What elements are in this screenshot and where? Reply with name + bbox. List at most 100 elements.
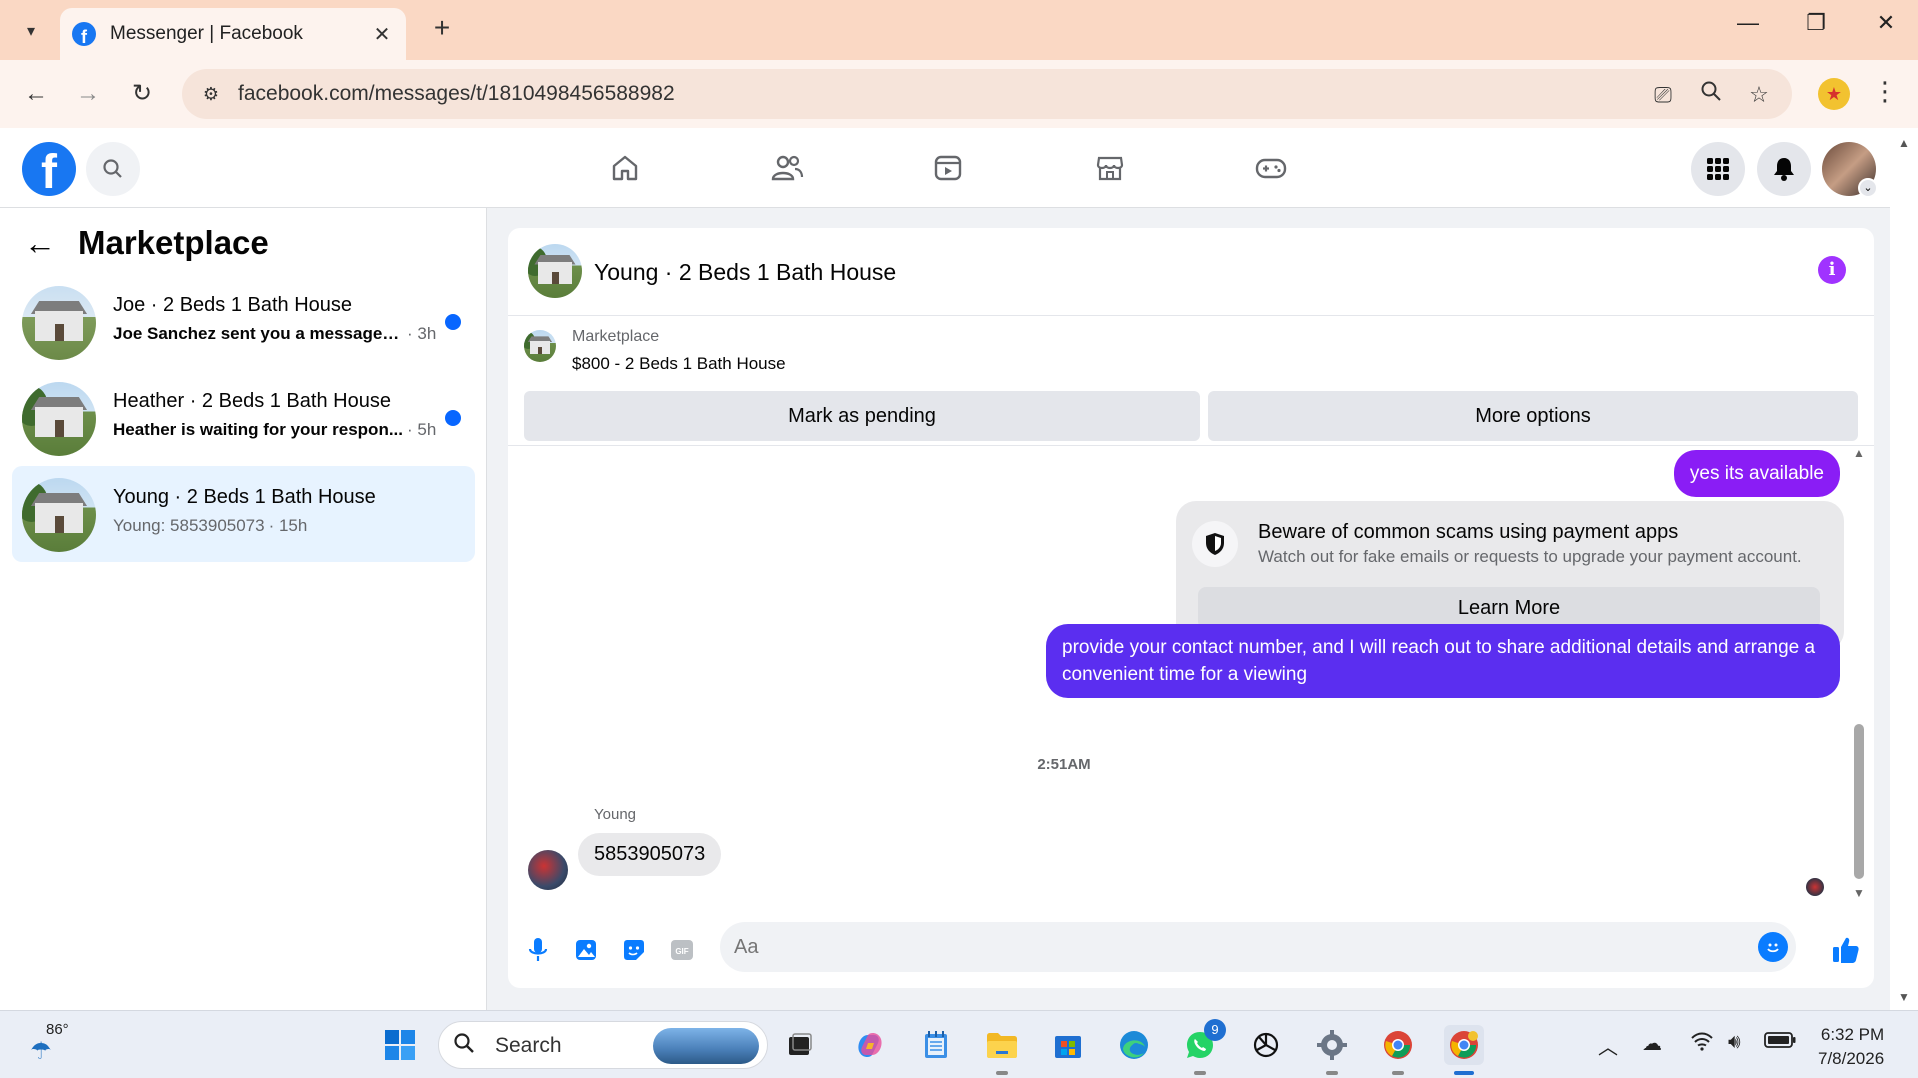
chrome-profile-1-icon[interactable] [1378, 1025, 1418, 1075]
sender-avatar[interactable] [528, 850, 568, 890]
open-app-indicator [1194, 1071, 1206, 1075]
listing-source: Marketplace [572, 328, 660, 345]
weather-temperature: 86° [46, 1021, 69, 1038]
conversation-name: Heather · 2 Beds 1 Bath House [113, 390, 391, 412]
file-explorer-icon[interactable] [982, 1025, 1022, 1075]
chat-avatar[interactable] [528, 244, 582, 298]
account-chevron-icon[interactable]: ⌄ [1858, 178, 1878, 198]
conversation-item-young[interactable]: Young · 2 Beds 1 Bath House Young: 58539… [12, 466, 475, 562]
task-view-icon[interactable] [780, 1025, 820, 1065]
minimize-icon[interactable]: — [1728, 10, 1768, 36]
browser-menu-icon[interactable]: ⋮ [1870, 76, 1900, 107]
apps-menu-icon[interactable] [1691, 142, 1745, 196]
scroll-up-arrow-icon[interactable]: ▲ [1853, 446, 1865, 460]
video-reels-icon[interactable] [926, 146, 970, 190]
message-thread: yes its available Beware of common scams… [508, 446, 1874, 906]
battery-icon[interactable] [1764, 1031, 1796, 1055]
conversation-preview: Heather is waiting for your respon... · … [113, 420, 436, 440]
gaming-icon[interactable] [1249, 146, 1293, 190]
forward-arrow-icon[interactable]: → [70, 76, 106, 112]
friends-icon[interactable] [765, 146, 809, 190]
preview-time: · 5h [407, 420, 437, 439]
message-input[interactable] [734, 922, 1714, 972]
copilot-icon[interactable] [850, 1025, 890, 1065]
tab-search-chevron-icon[interactable]: ▾ [14, 14, 48, 48]
learn-more-button[interactable]: Learn More [1198, 587, 1820, 629]
listing-banner: Marketplace $800 - 2 Beds 1 Bath House M… [508, 316, 1874, 446]
incoming-message: 5853905073 [578, 833, 722, 876]
search-highlight-image [653, 1028, 759, 1064]
url-text[interactable]: facebook.com/messages/t/1810498456588982 [238, 82, 675, 106]
zoom-icon[interactable] [1696, 80, 1726, 110]
microsoft-store-icon[interactable] [1048, 1025, 1088, 1065]
profile-avatar[interactable]: ⌄ [1822, 142, 1878, 198]
photo-icon[interactable] [570, 934, 602, 966]
whatsapp-icon[interactable]: 9 [1180, 1019, 1226, 1075]
notifications-bell-icon[interactable] [1757, 142, 1811, 196]
facebook-logo-icon[interactable]: f [22, 142, 76, 196]
scroll-down-arrow-icon[interactable]: ▼ [1853, 886, 1865, 900]
scroll-up-arrow-icon[interactable]: ▲ [1898, 136, 1910, 150]
scroll-thumb[interactable] [1854, 724, 1864, 879]
conversation-preview: Young: 5853905073 · 15h [113, 516, 307, 536]
panel-title: Marketplace [78, 224, 269, 261]
settings-gear-icon[interactable] [1312, 1025, 1352, 1075]
close-tab-icon[interactable]: ✕ [370, 22, 394, 47]
thread-scrollbar[interactable]: ▲ ▼ [1853, 446, 1866, 906]
scroll-down-arrow-icon[interactable]: ▼ [1898, 990, 1910, 1004]
shield-icon [1192, 521, 1238, 567]
close-window-icon[interactable]: ✕ [1866, 10, 1906, 36]
mark-as-pending-button[interactable]: Mark as pending [524, 391, 1200, 441]
scam-warning-title: Beware of common scams using payment app… [1258, 521, 1679, 543]
listing-price-title[interactable]: $800 - 2 Beds 1 Bath House [572, 354, 786, 374]
sticker-icon[interactable] [618, 934, 650, 966]
chatgpt-icon[interactable] [1246, 1025, 1286, 1065]
open-app-indicator [1392, 1071, 1404, 1075]
browser-tab-strip: ▾ f Messenger | Facebook ✕ + — ❐ ✕ [0, 0, 1918, 60]
extension-icon[interactable]: ★ [1818, 78, 1850, 110]
message-composer: GIF [508, 908, 1874, 988]
open-app-indicator [1326, 1071, 1338, 1075]
more-options-button[interactable]: More options [1208, 391, 1858, 441]
wifi-icon[interactable] [1690, 1031, 1714, 1057]
windows-start-icon[interactable] [380, 1025, 420, 1065]
bookmark-star-icon[interactable]: ☆ [1744, 80, 1774, 110]
reload-icon[interactable]: ↻ [124, 76, 160, 112]
back-arrow-icon[interactable]: ← [24, 225, 56, 262]
preview-time: · 3h [407, 324, 437, 343]
facebook-search-icon[interactable] [86, 142, 140, 196]
emoji-icon[interactable] [1758, 932, 1788, 962]
home-icon[interactable] [603, 146, 647, 190]
page-scrollbar[interactable]: ▲ ▼ [1890, 128, 1918, 1010]
show-hidden-icons-chevron-icon[interactable]: ︿ [1598, 1031, 1618, 1060]
chrome-profile-2-icon[interactable] [1444, 1025, 1484, 1075]
restore-window-icon[interactable]: ❐ [1796, 10, 1836, 36]
info-icon[interactable]: i [1818, 256, 1846, 284]
search-label: Search [495, 1034, 562, 1057]
sender-name: Young [594, 806, 636, 823]
site-info-icon[interactable]: ⚙ [196, 79, 226, 109]
new-tab-icon[interactable]: + [424, 12, 460, 44]
thumbs-up-icon[interactable] [1828, 932, 1864, 968]
volume-icon[interactable]: 🔊︎ [1728, 1031, 1741, 1054]
onedrive-cloud-icon[interactable]: ☁ [1642, 1031, 1662, 1056]
message-timestamp: 2:51AM [1037, 756, 1091, 773]
conversation-item-joe[interactable]: Joe · 2 Beds 1 Bath House Joe Sanchez se… [12, 274, 475, 370]
taskbar-search[interactable]: Search [438, 1021, 768, 1069]
browser-tab-messenger[interactable]: f Messenger | Facebook ✕ [60, 8, 406, 60]
edge-browser-icon[interactable] [1114, 1025, 1154, 1065]
svg-text:GIF: GIF [675, 947, 688, 956]
unread-indicator [445, 314, 461, 330]
conversation-item-heather[interactable]: Heather · 2 Beds 1 Bath House Heather is… [12, 370, 475, 466]
message-input-box[interactable] [720, 922, 1796, 972]
microphone-icon[interactable] [522, 934, 554, 966]
chat-title[interactable]: Young · 2 Beds 1 Bath House [594, 259, 896, 286]
install-app-icon[interactable]: ⎚ [1648, 80, 1678, 110]
notepad-icon[interactable] [916, 1025, 956, 1065]
gif-icon[interactable]: GIF [666, 934, 698, 966]
system-clock[interactable]: 6:32 PM 7/8/2026 [1818, 1023, 1884, 1071]
omnibox[interactable]: ⚙ facebook.com/messages/t/18104984565889… [182, 69, 1792, 119]
back-arrow-icon[interactable]: ← [18, 76, 54, 112]
conversation-name: Young · 2 Beds 1 Bath House [113, 486, 376, 508]
marketplace-icon[interactable] [1088, 146, 1132, 190]
